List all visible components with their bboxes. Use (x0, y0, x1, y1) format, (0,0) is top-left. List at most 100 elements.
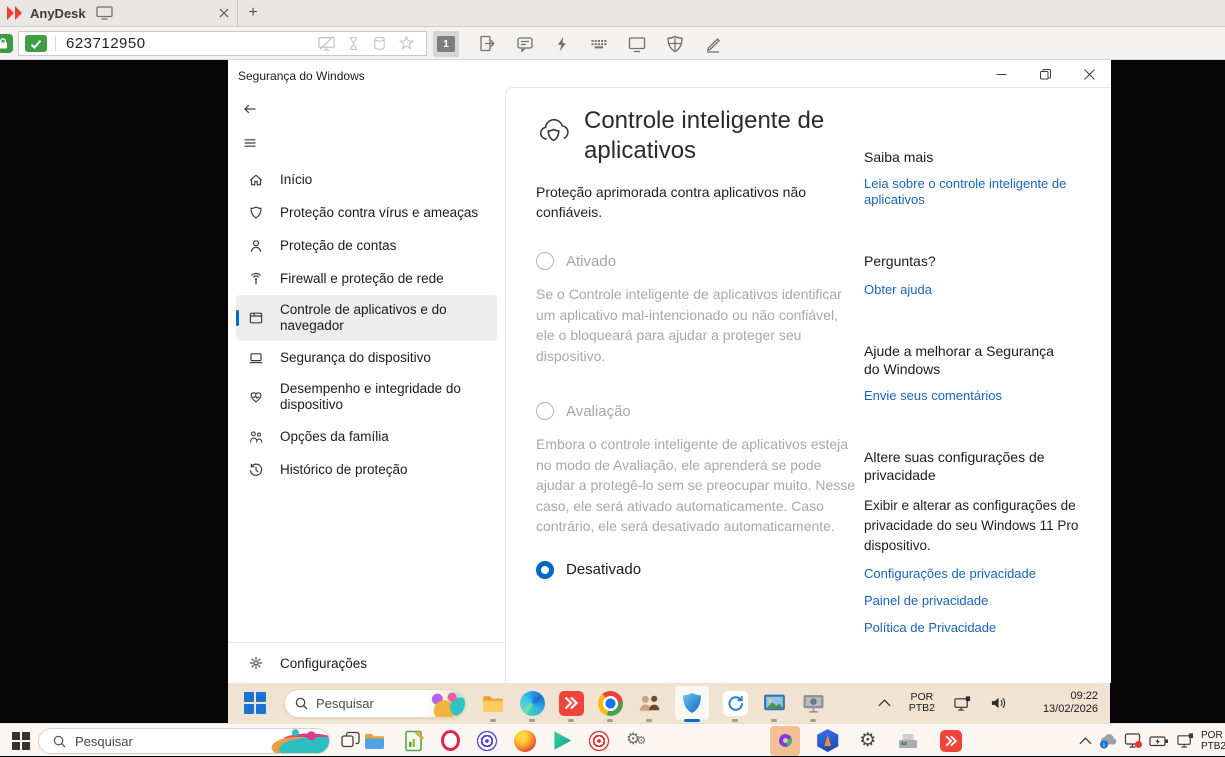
new-tab-button[interactable]: + (238, 0, 268, 26)
chat-icon[interactable] (515, 34, 535, 54)
sidebar-item-historico[interactable]: Histórico de proteção (236, 453, 497, 486)
media-player-app-icon[interactable] (552, 731, 572, 751)
ctrl-alt-del-shield-icon[interactable] (665, 34, 685, 54)
firefox-icon[interactable] (514, 730, 536, 752)
opera-icon[interactable] (441, 730, 460, 751)
utilities-gears-icon[interactable]: ⚙⚙ (626, 732, 646, 749)
shield-icon (248, 205, 264, 221)
spiral-red-app-icon[interactable] (588, 730, 610, 752)
sidebar-item-controle-aplicativos[interactable]: Controle de aplicativos e do navegador (236, 295, 497, 341)
keyboard-icon[interactable] (589, 34, 609, 54)
privacy-heading: Altere suas configurações de privacidade (864, 448, 1064, 484)
contacts-app-icon[interactable] (636, 690, 662, 716)
anydesk-logo-icon (6, 5, 26, 21)
settings-gear-app-icon[interactable]: ⚙ (859, 731, 876, 750)
sidebar-item-desempenho[interactable]: Desempenho e integridade do dispositivo (236, 374, 497, 420)
file-explorer-icon[interactable] (363, 729, 387, 753)
anydesk-session-tab[interactable]: AnyDesk (0, 0, 238, 26)
app-browser-icon (248, 310, 264, 326)
network-signal-icon (248, 271, 264, 287)
address-bar[interactable]: 623712950 (18, 31, 427, 56)
remote-address[interactable]: 623712950 (66, 35, 146, 52)
sidebar-item-familia[interactable]: Opções da família (236, 420, 497, 453)
sidebar-item-contas[interactable]: Proteção de contas (236, 229, 497, 262)
system-properties-app-icon[interactable] (761, 690, 787, 716)
remote-search-box[interactable]: Pesquisar (284, 689, 466, 718)
anydesk-app-icon[interactable] (558, 690, 584, 716)
battery-icon[interactable] (1149, 734, 1170, 748)
remote-start-button[interactable] (244, 692, 266, 714)
remote-desktop-background: Segurança do Windows (0, 60, 1225, 723)
local-tray-chevron-icon[interactable] (1079, 737, 1092, 745)
whiteboard-pencil-icon[interactable] (703, 34, 723, 54)
content-card: Controle inteligente de aplicativos Prot… (505, 87, 1111, 683)
radio-circle-ativado[interactable] (536, 252, 554, 270)
learn-more-link[interactable]: Leia sobre o controle inteligente de apl… (864, 176, 1079, 208)
display-icon[interactable] (627, 34, 647, 54)
sidebar-item-inicio[interactable]: Início (236, 163, 497, 196)
feedback-link[interactable]: Envie seus comentários (864, 388, 1090, 404)
file-explorer-icon[interactable] (480, 690, 506, 716)
questions-heading: Perguntas? (864, 252, 1090, 270)
ativado-description: Se o Controle inteligente de aplicativos… (536, 284, 858, 366)
menu-toggle-button[interactable] (242, 135, 258, 151)
remote-language-indicator[interactable]: POR PTB2 (909, 692, 935, 715)
sidebar: Início Proteção contra vírus e ameaças P… (228, 88, 505, 683)
connected-status-icon (25, 35, 47, 52)
screen-share-icon[interactable] (1124, 732, 1143, 749)
remote-network-icon[interactable] (953, 695, 972, 712)
search-icon (53, 735, 66, 748)
remote-desktop-app-icon[interactable] (800, 690, 826, 716)
search-highlight-image[interactable] (419, 689, 465, 718)
cloud-status-icon[interactable]: i (1098, 732, 1118, 749)
actions-lightning-icon[interactable] (553, 34, 571, 54)
active-colorful-app-icon[interactable] (770, 726, 800, 756)
local-network-icon[interactable] (1176, 732, 1195, 749)
radio-option-avaliacao[interactable]: Avaliação (536, 402, 876, 420)
sidebar-item-virus-ameacas[interactable]: Proteção contra vírus e ameaças (236, 196, 497, 229)
privacy-dashboard-link[interactable]: Painel de privacidade (864, 593, 1090, 609)
hexagon-app-icon[interactable] (816, 729, 839, 752)
radio-circle-desativado[interactable] (536, 561, 554, 579)
privacy-settings-link[interactable]: Configurações de privacidade (864, 566, 1090, 582)
local-start-button[interactable] (12, 732, 30, 750)
local-language-indicator[interactable]: POR PTB2 (1201, 730, 1225, 752)
hardware-tool-app-icon[interactable] (896, 730, 920, 752)
local-search-box[interactable]: Pesquisar (38, 728, 330, 754)
sync-app-icon[interactable] (722, 690, 748, 716)
minimize-button[interactable] (979, 60, 1023, 88)
remote-volume-icon[interactable] (990, 695, 1008, 711)
chrome-icon[interactable] (597, 690, 623, 716)
search-highlight-image[interactable] (249, 728, 329, 754)
restore-button[interactable] (1023, 60, 1067, 88)
anydesk-app-icon[interactable] (940, 730, 962, 752)
spiral-blue-app-icon[interactable] (476, 730, 498, 752)
privacy-policy-link[interactable]: Política de Privacidade (864, 620, 1090, 636)
device-icon (248, 350, 264, 366)
file-transfer-icon[interactable] (477, 34, 497, 54)
radio-option-ativado[interactable]: Ativado (536, 252, 876, 270)
sidebar-divider (228, 642, 505, 643)
remote-tray-chevron-icon[interactable] (878, 699, 891, 707)
windows-security-app-icon[interactable] (675, 686, 709, 720)
radio-option-desativado[interactable]: Desativado (536, 561, 876, 579)
favorite-star-icon (397, 34, 416, 53)
close-button[interactable] (1067, 60, 1111, 88)
search-icon (295, 697, 308, 710)
task-view-icon[interactable] (341, 731, 360, 748)
connection-security-icon (0, 34, 13, 53)
get-help-link[interactable]: Obter ajuda (864, 282, 1090, 298)
close-tab-icon[interactable] (219, 8, 229, 18)
back-button[interactable] (242, 101, 258, 117)
sidebar-item-configuracoes[interactable]: Configurações (236, 645, 497, 681)
sidebar-item-firewall[interactable]: Firewall e proteção de rede (236, 262, 497, 295)
notes-editor-app-icon[interactable] (403, 730, 425, 752)
sidebar-item-seguranca-dispositivo[interactable]: Segurança do dispositivo (236, 341, 497, 374)
aside-column: Saiba mais Leia sobre o controle intelig… (864, 148, 1090, 636)
radio-circle-avaliacao[interactable] (536, 402, 554, 420)
edge-icon[interactable] (519, 690, 545, 716)
anydesk-tab-title: AnyDesk (30, 6, 86, 21)
monitor-select-button[interactable]: 1 (433, 31, 459, 57)
family-icon (248, 429, 264, 445)
remote-clock[interactable]: 09:22 13/02/2026 (1026, 690, 1098, 716)
